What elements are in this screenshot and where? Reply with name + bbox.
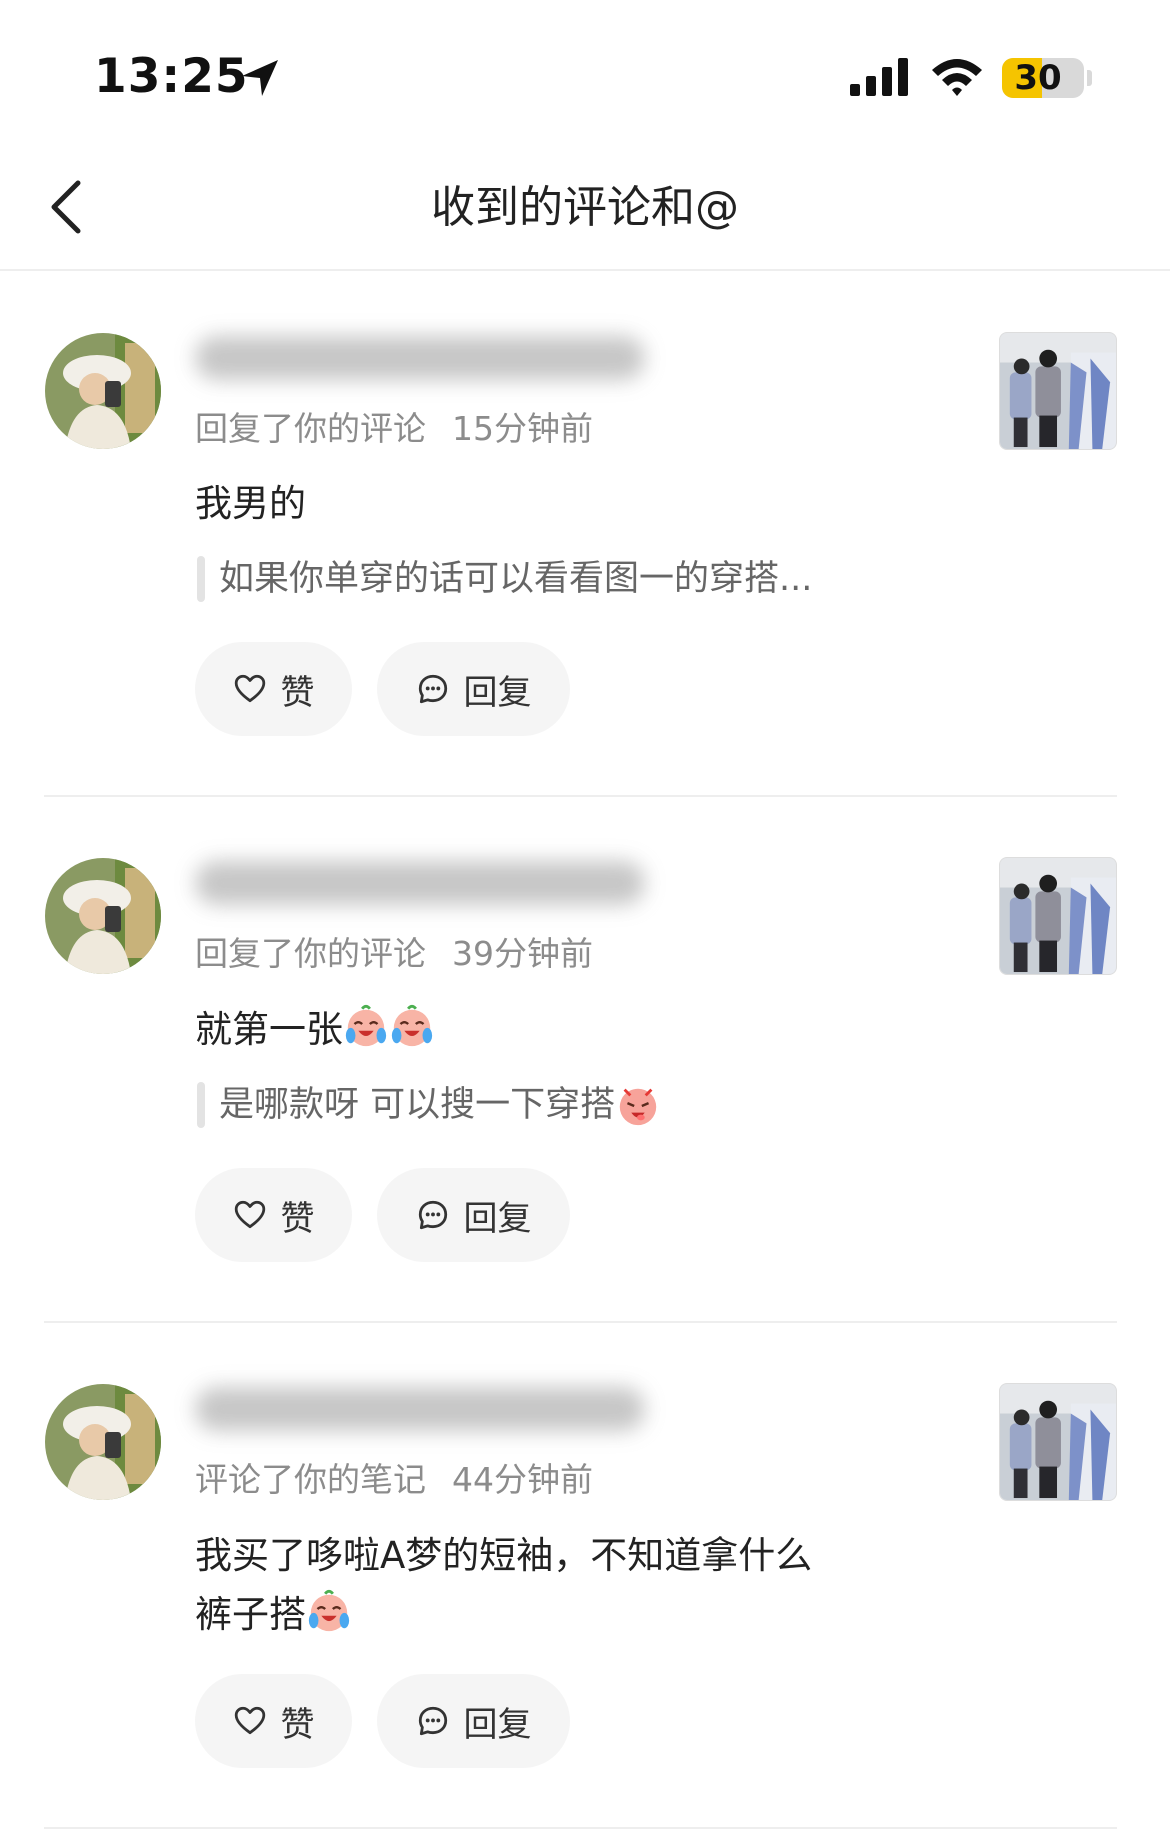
like-button[interactable]: 赞 bbox=[195, 1168, 352, 1262]
comment-bubble-icon bbox=[416, 1704, 450, 1738]
avatar[interactable] bbox=[45, 858, 161, 974]
action-text: 回复了你的评论 bbox=[195, 409, 426, 448]
quote-text: 是哪款呀 可以搜一下穿搭 bbox=[219, 1085, 616, 1125]
list-item[interactable]: 回复了你的评论 39分钟前 就第一张 是哪款呀 可以搜一下穿搭 赞 回复 bbox=[44, 797, 1117, 1323]
quoted-comment: 如果你单穿的话可以看看图一的穿搭... bbox=[195, 556, 1117, 602]
note-thumbnail[interactable] bbox=[999, 332, 1117, 450]
note-thumbnail[interactable] bbox=[999, 1383, 1117, 1501]
action-text: 评论了你的笔记 bbox=[195, 1460, 426, 1499]
comment-meta: 回复了你的评论 15分钟前 bbox=[195, 409, 1117, 449]
comment-list: 回复了你的评论 15分钟前 我男的 如果你单穿的话可以看看图一的穿搭... 赞 回… bbox=[44, 272, 1117, 1829]
action-buttons: 赞 回复 bbox=[195, 1168, 1117, 1262]
timestamp: 44分钟前 bbox=[452, 1460, 593, 1499]
action-buttons: 赞 回复 bbox=[195, 1674, 1117, 1768]
wifi-icon bbox=[932, 59, 982, 96]
comment-meta: 评论了你的笔记 44分钟前 bbox=[195, 1460, 1117, 1500]
comment-text[interactable]: 我买了哆啦A梦的短袖，不知道拿什么裤子搭 bbox=[195, 1526, 835, 1644]
like-label: 赞 bbox=[280, 1198, 315, 1239]
reply-label: 回复 bbox=[463, 1198, 532, 1239]
comment-body: 就第一张 bbox=[195, 1008, 343, 1051]
heart-icon bbox=[233, 1704, 267, 1738]
battery-tip bbox=[1087, 70, 1092, 86]
comment-body: 我买了哆啦A梦的短袖，不知道拿什么裤子搭 bbox=[195, 1534, 813, 1636]
status-bar: 13:25 30 bbox=[0, 0, 1170, 150]
comment-text[interactable]: 我男的 bbox=[195, 478, 995, 530]
username-blurred[interactable] bbox=[195, 1387, 645, 1431]
action-text: 回复了你的评论 bbox=[195, 934, 426, 973]
list-item[interactable]: 评论了你的笔记 44分钟前 我买了哆啦A梦的短袖，不知道拿什么裤子搭 赞 回复 bbox=[44, 1323, 1117, 1829]
like-button[interactable]: 赞 bbox=[195, 642, 352, 736]
page-title: 收到的评论和@ bbox=[431, 182, 739, 233]
comment-text[interactable]: 就第一张 bbox=[195, 1003, 995, 1056]
comment-bubble-icon bbox=[416, 1198, 450, 1232]
comment-body: 我男的 bbox=[195, 482, 306, 525]
like-button[interactable]: 赞 bbox=[195, 1674, 352, 1768]
crying-laugh-emoji bbox=[306, 1588, 352, 1634]
battery-percent: 30 bbox=[1014, 58, 1062, 98]
reply-button[interactable]: 回复 bbox=[377, 642, 570, 736]
quote-text: 如果你单穿的话可以看看图一的穿搭... bbox=[219, 559, 813, 599]
timestamp: 15分钟前 bbox=[452, 409, 593, 448]
cellular-signal-icon bbox=[850, 58, 908, 96]
avatar[interactable] bbox=[45, 1384, 161, 1500]
comment-meta: 回复了你的评论 39分钟前 bbox=[195, 934, 1117, 974]
battery-icon: 30 bbox=[1002, 58, 1084, 98]
heart-icon bbox=[233, 1198, 267, 1232]
note-thumbnail[interactable] bbox=[999, 857, 1117, 975]
avatar[interactable] bbox=[45, 333, 161, 449]
heart-icon bbox=[233, 672, 267, 706]
status-time: 13:25 bbox=[94, 49, 249, 104]
username-blurred[interactable] bbox=[195, 861, 645, 905]
reply-label: 回复 bbox=[463, 672, 532, 713]
list-item[interactable]: 回复了你的评论 15分钟前 我男的 如果你单穿的话可以看看图一的穿搭... 赞 回… bbox=[44, 272, 1117, 797]
reply-button[interactable]: 回复 bbox=[377, 1674, 570, 1768]
nav-bar: 收到的评论和@ bbox=[0, 150, 1170, 271]
quoted-comment: 是哪款呀 可以搜一下穿搭 bbox=[195, 1082, 1117, 1128]
angry-face-emoji bbox=[615, 1082, 661, 1128]
quote-bar bbox=[197, 556, 205, 602]
timestamp: 39分钟前 bbox=[452, 934, 593, 973]
crying-laugh-emoji bbox=[343, 1003, 389, 1049]
comment-bubble-icon bbox=[416, 672, 450, 706]
reply-label: 回复 bbox=[463, 1704, 532, 1745]
crying-laugh-emoji bbox=[389, 1003, 435, 1049]
like-label: 赞 bbox=[280, 1704, 315, 1745]
reply-button[interactable]: 回复 bbox=[377, 1168, 570, 1262]
username-blurred[interactable] bbox=[195, 336, 645, 380]
like-label: 赞 bbox=[280, 672, 315, 713]
action-buttons: 赞 回复 bbox=[195, 642, 1117, 736]
quote-bar bbox=[197, 1082, 205, 1128]
location-arrow-icon bbox=[242, 60, 278, 96]
